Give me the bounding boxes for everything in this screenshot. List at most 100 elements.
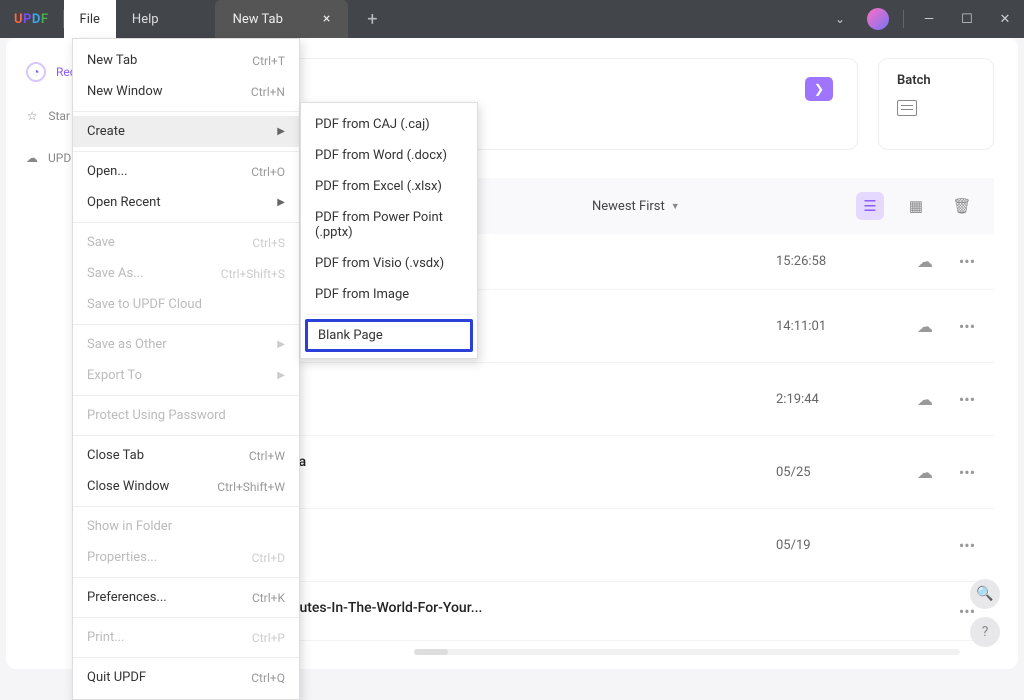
- chevron-right-icon: ▶: [277, 197, 285, 208]
- menu-help[interactable]: Help: [116, 0, 175, 38]
- file-time: 05/25: [776, 465, 916, 480]
- sort-button[interactable]: Newest First ▼: [592, 199, 680, 214]
- tab-new[interactable]: New Tab ×: [215, 0, 349, 38]
- batch-card[interactable]: Batch: [878, 58, 994, 150]
- shortcut-label: Ctrl+P: [252, 631, 285, 645]
- menu-item[interactable]: Open Recent ▶: [73, 187, 299, 218]
- add-tab-button[interactable]: +: [360, 7, 384, 31]
- submenu-item[interactable]: PDF from Power Point (.pptx): [301, 202, 477, 248]
- separator: [903, 10, 904, 28]
- close-button[interactable]: ✕: [986, 0, 1024, 38]
- shortcut-label: Ctrl+Shift+S: [221, 267, 285, 281]
- file-time: 15:26:58: [776, 254, 916, 269]
- menu-label: Export To: [87, 368, 142, 383]
- submenu-item[interactable]: PDF from CAJ (.caj): [301, 109, 477, 140]
- more-icon[interactable]: •••: [958, 536, 976, 555]
- sidebar-item-recent[interactable]: ◔ Rece: [12, 56, 80, 88]
- menu-item[interactable]: Create▶: [73, 116, 299, 147]
- file-time: 2:19:44: [776, 392, 916, 407]
- sidebar-item-label: Star: [48, 109, 70, 123]
- card-title: Batch: [897, 73, 975, 88]
- submenu-item[interactable]: PDF from Excel (.xlsx): [301, 171, 477, 202]
- menu-item: Save As... Ctrl+Shift+S: [73, 258, 299, 289]
- menu-label: Save to UPDF Cloud: [87, 297, 202, 312]
- menu-item: Save as Other ▶: [73, 329, 299, 360]
- clock-icon: ◔: [28, 64, 44, 80]
- sidebar-item-starred[interactable]: ☆ Star: [12, 102, 80, 130]
- sidebar-item-label: UPD: [48, 151, 71, 165]
- chevron-down-icon[interactable]: ⌄: [821, 12, 859, 26]
- more-icon[interactable]: •••: [958, 317, 976, 336]
- view-controls: ☰ ▦ 🗑: [856, 192, 976, 220]
- cloud-icon[interactable]: ☁: [916, 390, 934, 409]
- cloud-icon[interactable]: ☁: [916, 317, 934, 336]
- titlebar-right: ⌄ — ☐ ✕: [821, 0, 1024, 38]
- menu-label: Save as Other: [87, 337, 167, 352]
- list-view-button[interactable]: ☰: [856, 192, 884, 220]
- horizontal-scrollbar[interactable]: [414, 649, 960, 655]
- shortcut-label: Ctrl+O: [251, 165, 285, 179]
- menu-file[interactable]: File: [64, 0, 116, 38]
- menu-item[interactable]: New TabCtrl+T: [73, 45, 299, 76]
- file-time: 05/19: [776, 538, 916, 553]
- menu-item: Properties...Ctrl+D: [73, 542, 299, 573]
- avatar[interactable]: [867, 8, 889, 30]
- menu-label: Close Tab: [87, 448, 144, 463]
- chevron-right-icon: ▶: [277, 126, 285, 137]
- shortcut-label: Ctrl+T: [252, 54, 285, 68]
- shortcut-label: Ctrl+Shift+W: [217, 480, 285, 494]
- shortcut-label: Ctrl+Q: [251, 671, 285, 685]
- minimize-button[interactable]: —: [910, 0, 948, 38]
- menu-label: Print...: [87, 630, 124, 645]
- more-icon[interactable]: •••: [958, 463, 976, 482]
- menu-item[interactable]: Close Tab Ctrl+W: [73, 440, 299, 471]
- menu-item: Show in Folder: [73, 511, 299, 542]
- menu-label: Save: [87, 235, 115, 250]
- chevron-right-icon: ▶: [277, 370, 285, 381]
- more-icon[interactable]: •••: [958, 252, 976, 271]
- shortcut-label: Ctrl+N: [251, 85, 285, 99]
- submenu-item[interactable]: Blank Page: [305, 319, 473, 352]
- file-time: 14:11:01: [776, 319, 916, 334]
- delete-button[interactable]: 🗑: [948, 192, 976, 220]
- cloud-icon[interactable]: ☁: [916, 463, 934, 482]
- more-icon[interactable]: •••: [958, 390, 976, 409]
- menu-label: Open...: [87, 164, 128, 179]
- search-button[interactable]: 🔍: [970, 579, 1000, 609]
- cloud-icon[interactable]: ☁: [916, 252, 934, 271]
- close-icon[interactable]: ×: [323, 11, 330, 27]
- menu-label: Show in Folder: [87, 519, 172, 534]
- menu-item[interactable]: Preferences... Ctrl+K: [73, 582, 299, 613]
- menu-item[interactable]: Quit UPDFCtrl+Q: [73, 662, 299, 693]
- menu-label: Save As...: [87, 266, 144, 281]
- shortcut-label: Ctrl+W: [249, 449, 285, 463]
- tab-label: New Tab: [233, 12, 283, 27]
- menu-item: Print... Ctrl+P: [73, 622, 299, 653]
- grid-view-button[interactable]: ▦: [902, 192, 930, 220]
- chevron-right-icon: ▶: [277, 339, 285, 350]
- tab-area: New Tab × +: [215, 0, 385, 38]
- menu-item: Protect Using Password: [73, 400, 299, 431]
- triangle-down-icon: ▼: [671, 201, 680, 212]
- submenu-item[interactable]: PDF from Visio (.vsdx): [301, 248, 477, 279]
- shortcut-label: Ctrl+D: [252, 551, 285, 565]
- help-button[interactable]: ?: [970, 617, 1000, 647]
- menu-label: Open Recent: [87, 195, 161, 210]
- cloud-icon: ☁: [26, 150, 38, 166]
- star-icon: ☆: [26, 108, 38, 124]
- menu-item[interactable]: Open... Ctrl+O: [73, 156, 299, 187]
- arrow-right-icon[interactable]: ❯: [805, 77, 833, 101]
- titlebar: UPDF File Help New Tab × + ⌄ — ☐ ✕: [0, 0, 1024, 38]
- sidebar-item-cloud[interactable]: ☁ UPD: [12, 144, 80, 172]
- menu-label: Preferences...: [87, 590, 167, 605]
- shortcut-label: Ctrl+K: [252, 591, 285, 605]
- submenu-item[interactable]: PDF from Word (.docx): [301, 140, 477, 171]
- menu-label: Close Window: [87, 479, 169, 494]
- submenu-item[interactable]: PDF from Image: [301, 279, 477, 310]
- maximize-button[interactable]: ☐: [948, 0, 986, 38]
- menu-item[interactable]: New WindowCtrl+N: [73, 76, 299, 107]
- shortcut-label: Ctrl+S: [252, 236, 285, 250]
- document-stack-icon: [897, 100, 917, 116]
- menu-item[interactable]: Close Window Ctrl+Shift+W: [73, 471, 299, 502]
- sort-label: Newest First: [592, 199, 665, 214]
